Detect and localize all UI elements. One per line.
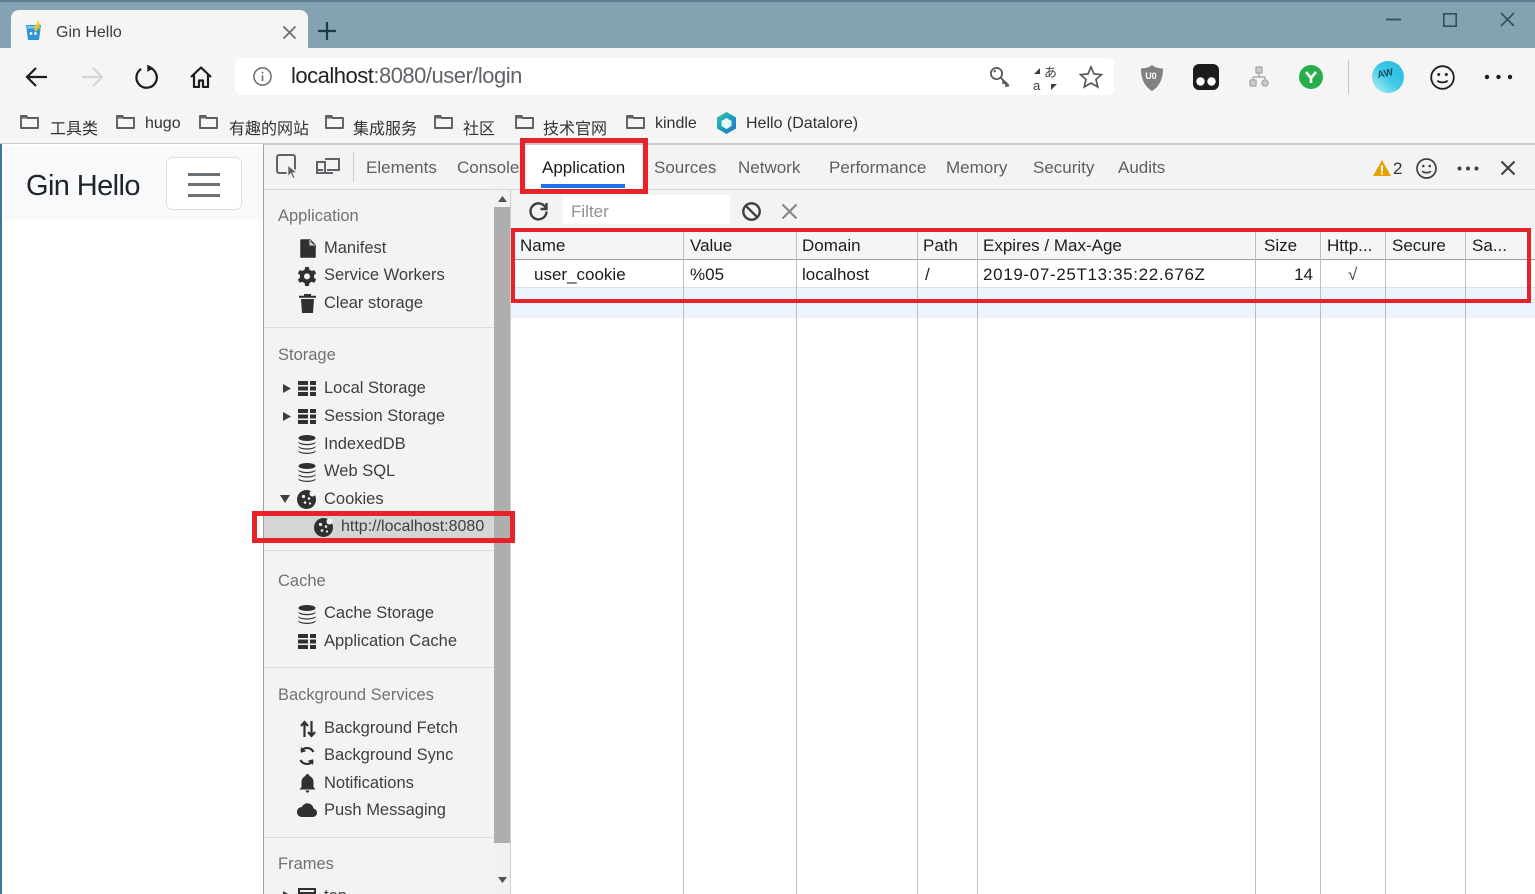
svg-text:U0: U0: [1145, 71, 1157, 81]
svg-text:あ: あ: [1044, 66, 1057, 80]
svg-text:a: a: [1033, 78, 1041, 92]
